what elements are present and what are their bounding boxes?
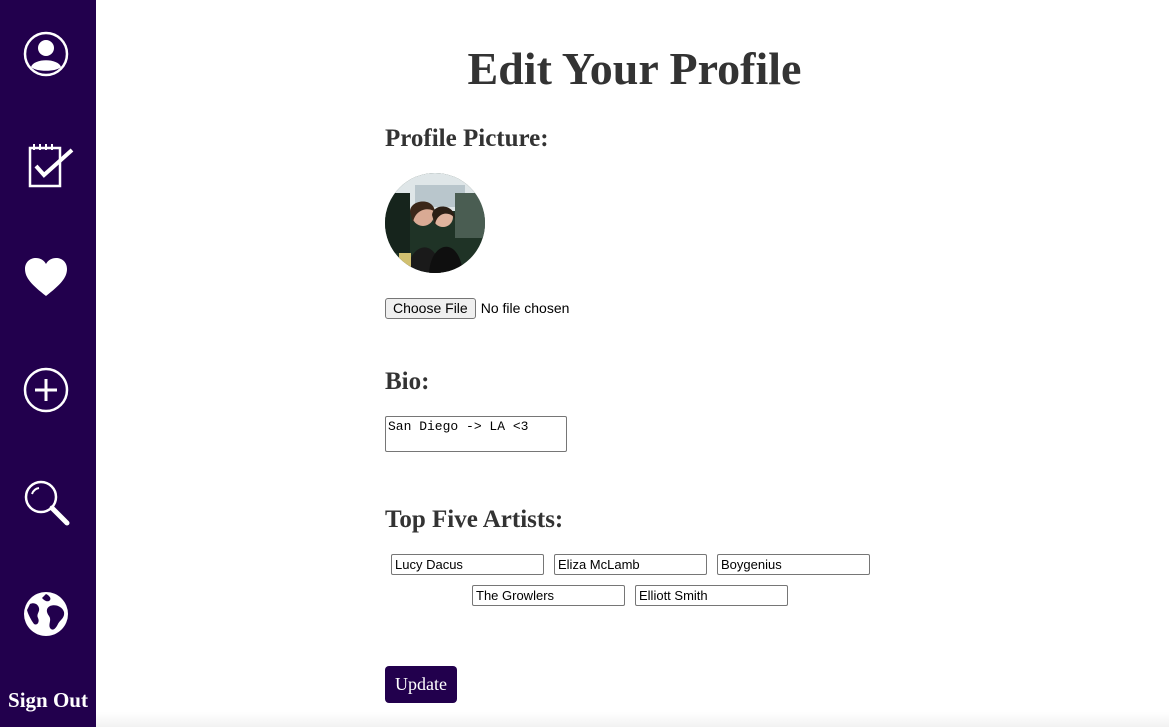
artist-input-3[interactable] <box>717 554 870 575</box>
heart-icon[interactable] <box>22 254 70 302</box>
avatar <box>385 173 485 273</box>
artist-input-2[interactable] <box>554 554 707 575</box>
file-status: No file chosen <box>480 300 570 316</box>
profile-picture-heading: Profile Picture: <box>385 125 549 152</box>
checklist-icon[interactable] <box>26 142 74 190</box>
profile-icon[interactable] <box>22 30 70 78</box>
main-content: Edit Your Profile Profile Picture: Choos… <box>96 0 1169 727</box>
globe-icon[interactable] <box>22 590 70 638</box>
update-button[interactable]: Update <box>385 666 457 703</box>
choose-file-button[interactable]: Choose File <box>385 297 476 319</box>
bio-heading: Bio: <box>385 368 430 395</box>
bio-field[interactable]: San Diego -> LA <3 <box>385 416 567 452</box>
file-upload: Choose File No file chosen <box>385 297 569 319</box>
sign-out-link[interactable]: Sign Out <box>0 688 96 713</box>
add-icon[interactable] <box>22 366 70 414</box>
search-icon[interactable] <box>22 478 70 526</box>
sidebar: Sign Out <box>0 0 96 727</box>
artist-input-5[interactable] <box>635 585 788 606</box>
artist-input-4[interactable] <box>472 585 625 606</box>
page-title: Edit Your Profile <box>467 43 802 94</box>
bottom-edge <box>96 712 1169 727</box>
artist-input-1[interactable] <box>391 554 544 575</box>
top-artists-heading: Top Five Artists: <box>385 506 564 533</box>
